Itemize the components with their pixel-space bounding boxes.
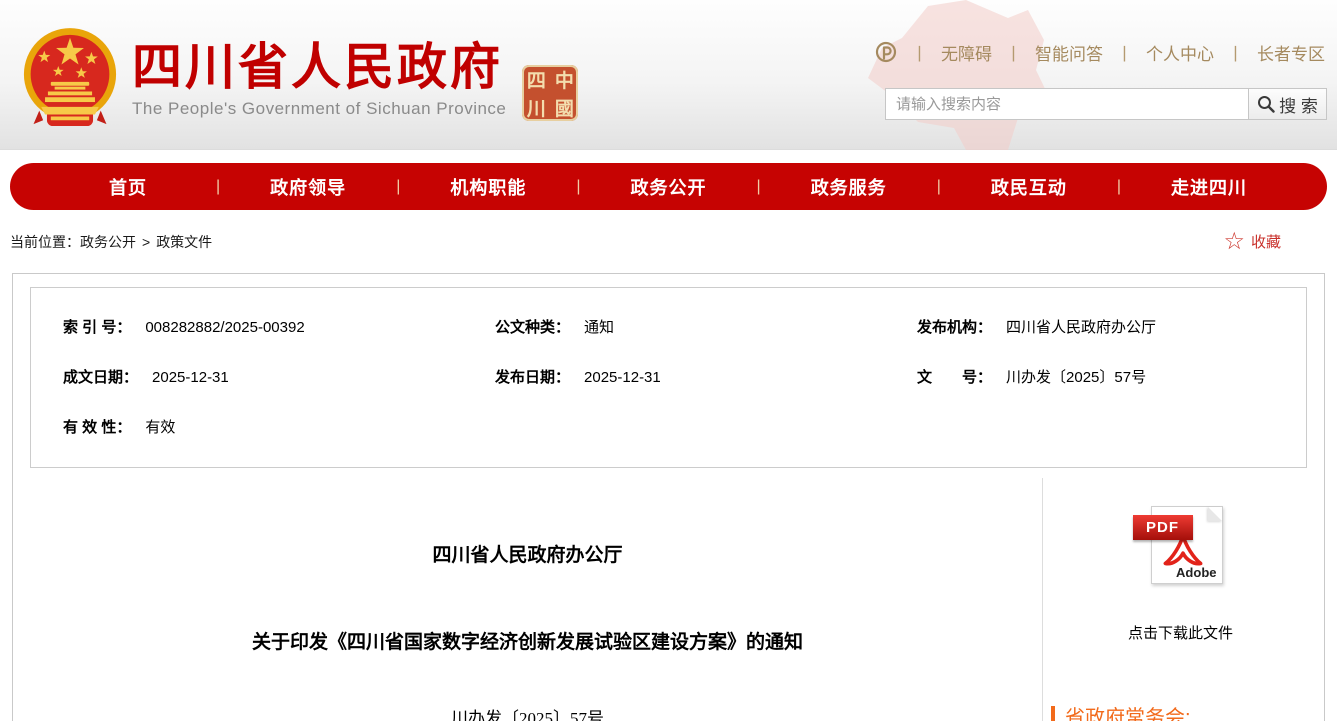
meta-value: 有效 — [145, 419, 175, 436]
meta-value: 2025-12-31 — [584, 369, 661, 386]
nav-item-gov-services[interactable]: 政务服务 — [761, 174, 937, 200]
meta-value: 四川省人民政府办公厅 — [1006, 319, 1156, 336]
sichuan-map-watermark — [858, 0, 1068, 150]
download-file-label[interactable]: 点击下载此文件 — [1051, 622, 1310, 643]
document-title: 关于印发《四川省国家数字经济创新发展试验区建设方案》的通知 — [13, 627, 1042, 654]
pdf-fold-corner — [1208, 507, 1222, 521]
meta-value: 2025-12-31 — [152, 369, 229, 386]
nav-item-home[interactable]: 首页 — [40, 174, 216, 200]
link-senior-zone[interactable]: 长者专区 — [1257, 40, 1325, 65]
breadcrumb-gov-affairs[interactable]: 政务公开 — [80, 232, 136, 252]
nav-divider: | — [1117, 178, 1121, 196]
meta-label: 索 引 号： — [63, 319, 131, 336]
nav-divider: | — [937, 178, 941, 196]
meta-written-date: 成文日期： 2025-12-31 — [63, 366, 495, 387]
section-title-label: 省政府常务会: — [1065, 701, 1191, 721]
national-emblem-icon — [22, 26, 118, 132]
orange-bar — [1051, 706, 1055, 721]
search-bar: 搜 索 — [885, 88, 1327, 120]
meta-issuing-agency: 发布机构： 四川省人民政府办公厅 — [917, 316, 1274, 337]
china-sichuan-seal-icon: 中 四 國 川 — [522, 65, 578, 121]
search-button[interactable]: 搜 索 — [1249, 88, 1327, 120]
star-icon: ☆ — [1223, 230, 1245, 254]
accessibility-p-icon[interactable] — [874, 41, 898, 65]
site-subtitle: The People's Government of Sichuan Provi… — [132, 99, 506, 119]
document-number: 川办发〔2025〕57号 — [13, 704, 1042, 721]
meta-value: 008282882/2025-00392 — [145, 319, 304, 336]
meta-publish-date: 发布日期： 2025-12-31 — [495, 366, 917, 387]
favorite-button[interactable]: ☆ 收藏 — [1223, 230, 1281, 254]
site-header: 四川省人民政府 The People's Government of Sichu… — [0, 0, 1337, 150]
document-main: 四川省人民政府办公厅 关于印发《四川省国家数字经济创新发展试验区建设方案》的通知… — [13, 478, 1042, 721]
executive-meeting-section: 省政府常务会: ·四川省人民政府第62次常务会议 — [1051, 701, 1310, 721]
breadcrumb-prefix: 当前位置： — [10, 232, 80, 252]
link-personal-center[interactable]: 个人中心 — [1146, 40, 1214, 65]
favorite-label: 收藏 — [1251, 231, 1281, 252]
site-title: 四川省人民政府 — [132, 40, 506, 95]
meta-doc-type: 公文种类： 通知 — [495, 316, 917, 337]
document-body-row: 四川省人民政府办公厅 关于印发《四川省国家数字经济创新发展试验区建设方案》的通知… — [13, 478, 1324, 721]
meta-label: 公文种类： — [495, 319, 570, 336]
nav-item-interaction[interactable]: 政民互动 — [941, 174, 1117, 200]
adobe-brand-label: Adobe — [1176, 565, 1216, 580]
nav-divider: | — [576, 178, 580, 196]
link-accessibility[interactable]: 无障碍 — [941, 40, 992, 65]
meta-label: 发布机构： — [917, 319, 992, 336]
meta-label: 成文日期： — [63, 369, 138, 386]
brand-block[interactable]: 四川省人民政府 The People's Government of Sichu… — [22, 26, 578, 132]
document-meta-box: 索 引 号： 008282882/2025-00392 公文种类： 通知 发布机构：… — [30, 287, 1307, 468]
nav-item-enter-sichuan[interactable]: 走进四川 — [1121, 174, 1297, 200]
divider: 丨 — [1005, 40, 1022, 65]
search-button-label: 搜 索 — [1279, 92, 1318, 117]
meta-label: 文 号： — [917, 369, 992, 386]
meta-doc-number: 文 号： 川办发〔2025〕57号 — [917, 366, 1274, 387]
content-panel: 索 引 号： 008282882/2025-00392 公文种类： 通知 发布机构：… — [12, 273, 1325, 721]
nav-item-gov-leaders[interactable]: 政府领导 — [220, 174, 396, 200]
breadcrumb-separator: > — [142, 234, 150, 250]
search-icon — [1257, 95, 1275, 113]
meta-validity: 有 效 性： 有效 — [63, 416, 495, 437]
seal-char: 中 — [550, 65, 578, 93]
seal-char: 國 — [550, 93, 578, 121]
document-issuer: 四川省人民政府办公厅 — [13, 540, 1042, 567]
link-smart-qa[interactable]: 智能问答 — [1035, 40, 1103, 65]
pdf-download-link[interactable]: Adobe PDF — [1051, 506, 1310, 586]
nav-divider: | — [757, 178, 761, 196]
main-nav: 首页 | 政府领导 | 机构职能 | 政务公开 | 政务服务 | 政民互动 | … — [10, 163, 1327, 210]
search-input[interactable] — [885, 88, 1249, 120]
breadcrumb-row: 当前位置： 政务公开 > 政策文件 ☆ 收藏 — [0, 210, 1337, 273]
divider: 丨 — [1227, 40, 1244, 65]
divider: 丨 — [911, 40, 928, 65]
section-title-executive-meetings[interactable]: 省政府常务会: — [1051, 701, 1310, 721]
meta-value: 川办发〔2025〕57号 — [1006, 369, 1146, 386]
meta-label: 有 效 性： — [63, 419, 131, 436]
meta-label: 发布日期： — [495, 369, 570, 386]
meta-index-number: 索 引 号： 008282882/2025-00392 — [63, 316, 495, 337]
divider: 丨 — [1116, 40, 1133, 65]
pdf-icon: Adobe PDF — [1133, 506, 1229, 586]
nav-divider: | — [396, 178, 400, 196]
breadcrumb-policy-files[interactable]: 政策文件 — [156, 232, 212, 252]
nav-item-org-functions[interactable]: 机构职能 — [400, 174, 576, 200]
right-sidebar: Adobe PDF 点击下载此文件 省政府常务会: ·四川省人民政府第62次常务… — [1042, 478, 1324, 721]
nav-item-gov-affairs[interactable]: 政务公开 — [581, 174, 757, 200]
seal-char: 四 — [522, 65, 550, 93]
utility-links: 丨 无障碍 丨 智能问答 丨 个人中心 丨 长者专区 — [874, 40, 1325, 65]
site-title-block: 四川省人民政府 The People's Government of Sichu… — [132, 40, 506, 119]
pdf-tag-label: PDF — [1133, 515, 1193, 540]
meta-value: 通知 — [584, 319, 614, 336]
nav-divider: | — [216, 178, 220, 196]
seal-char: 川 — [522, 93, 550, 121]
